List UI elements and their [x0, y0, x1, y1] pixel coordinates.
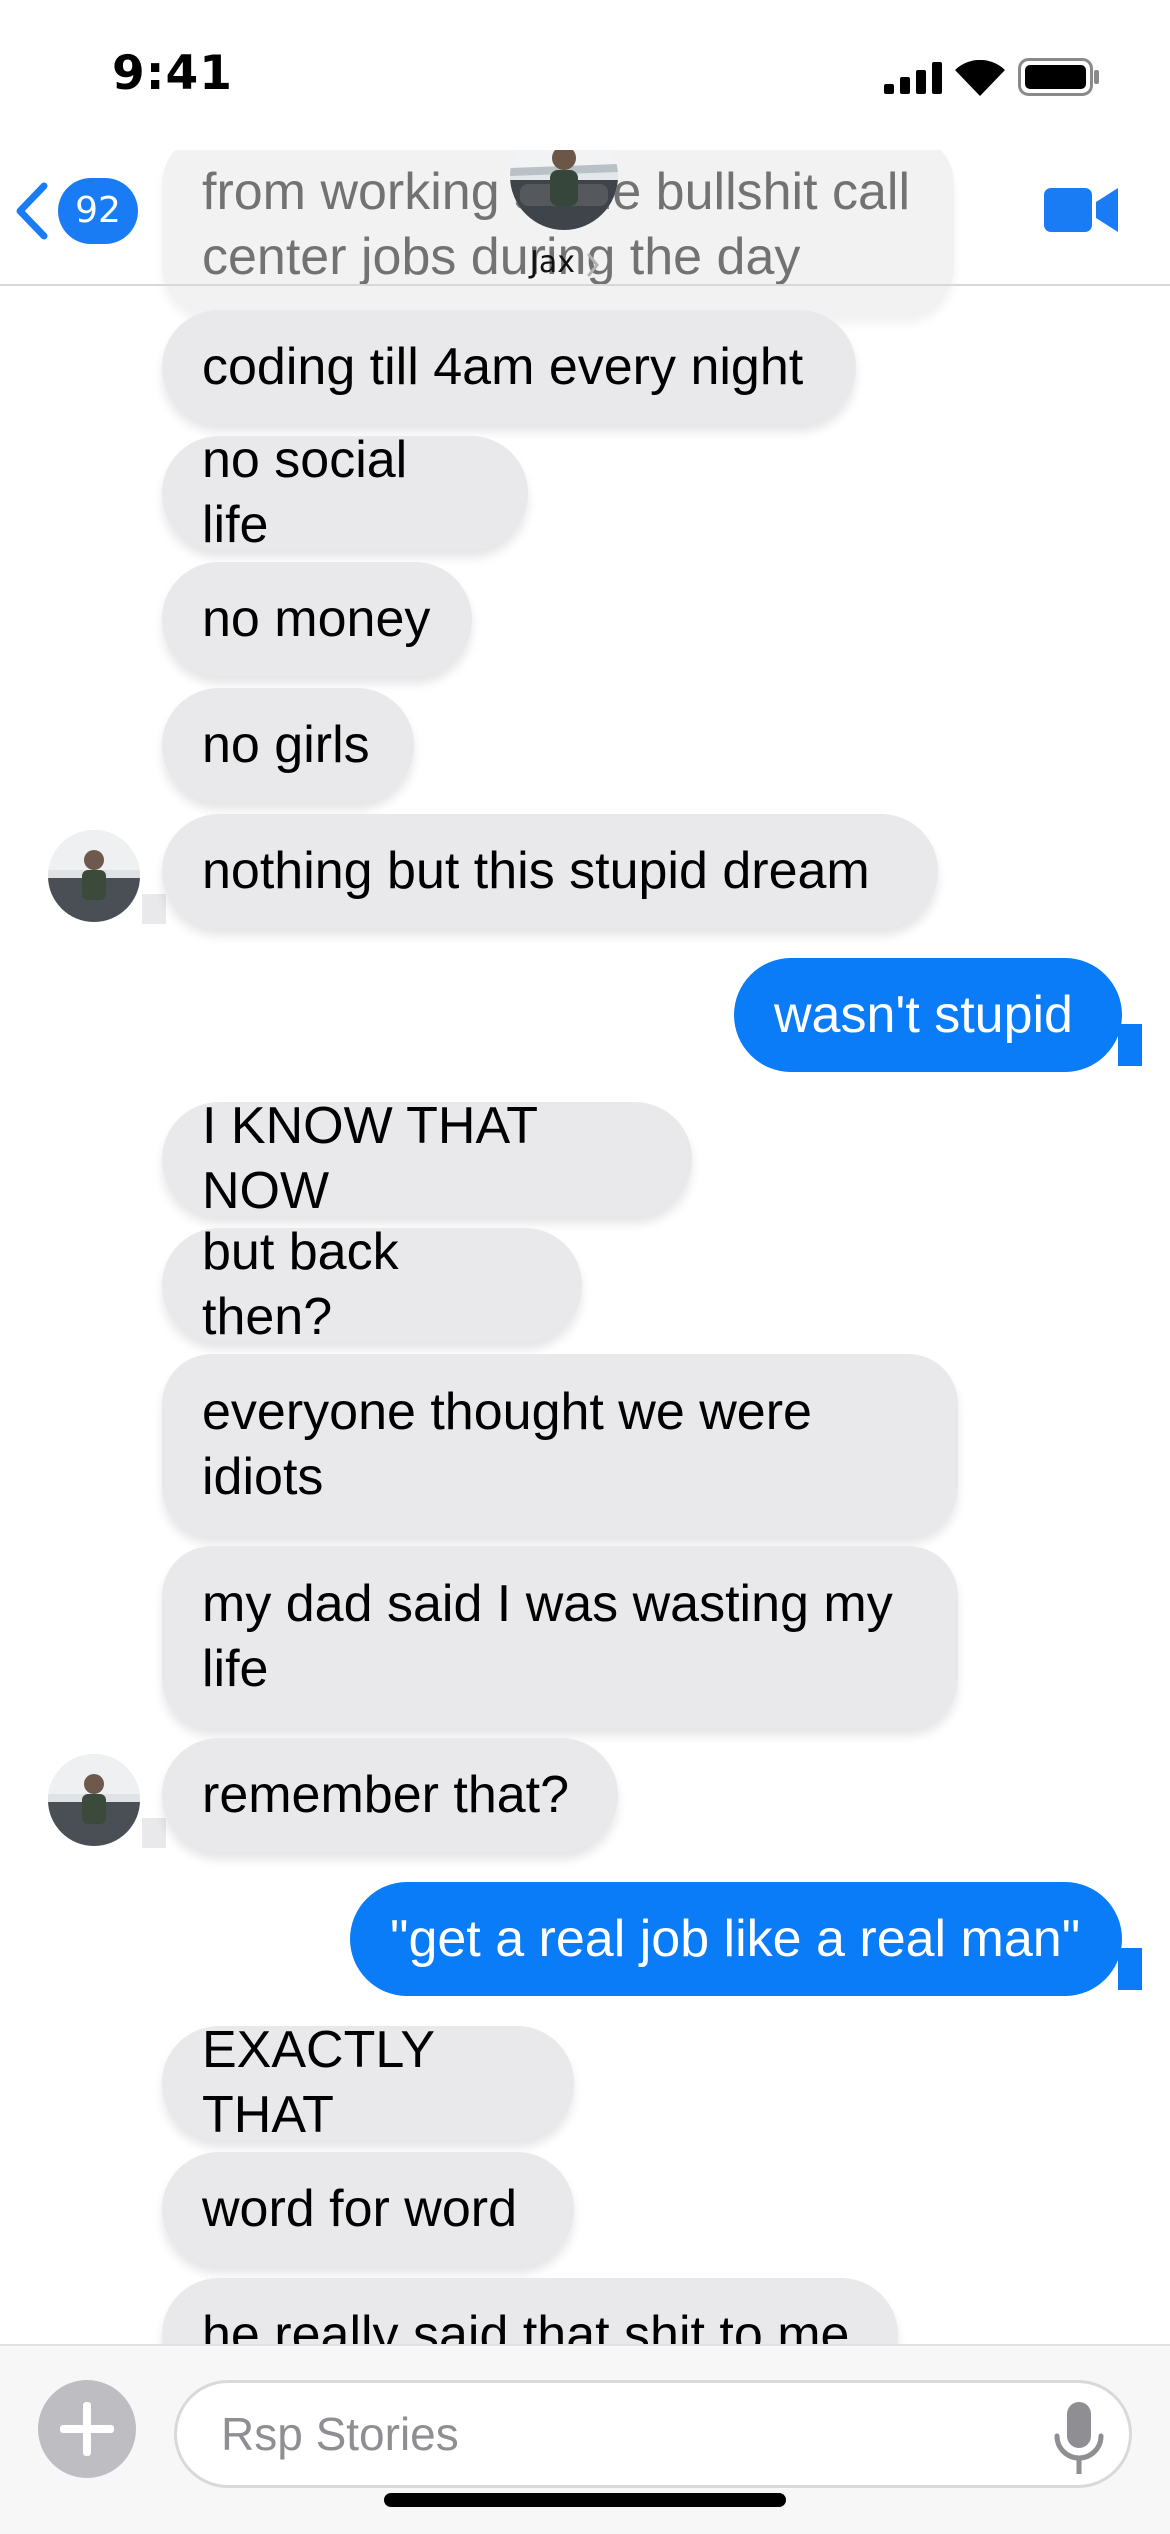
message-outgoing[interactable]: "get a real job like a real man" — [350, 1882, 1122, 1996]
message-incoming[interactable]: everyone thought we were idiots — [162, 1354, 958, 1536]
message-incoming[interactable]: coding till 4am every night — [162, 310, 856, 424]
message-incoming[interactable]: no girls — [162, 688, 414, 802]
bubble-tail — [142, 1818, 166, 1848]
contact-avatar-small[interactable] — [48, 1754, 140, 1846]
message-input[interactable]: Rsp Stories — [174, 2380, 1132, 2488]
message-incoming[interactable]: but back then? — [162, 1223, 582, 1346]
message-incoming[interactable]: word for word — [162, 2152, 574, 2266]
microphone-icon[interactable] — [1052, 2400, 1106, 2476]
battery-icon — [1018, 58, 1099, 96]
chevron-right-icon[interactable] — [586, 252, 600, 278]
bubble-tail — [1118, 1024, 1142, 1066]
video-camera-icon[interactable] — [1044, 184, 1120, 236]
message-incoming[interactable]: remember that? — [162, 1738, 618, 1852]
back-chevron-icon[interactable] — [10, 180, 54, 242]
message-incoming[interactable]: EXACTLY THAT — [162, 2021, 574, 2144]
status-time: 9:41 — [112, 46, 233, 101]
signal-icon — [884, 62, 942, 94]
header-divider — [0, 284, 1170, 286]
message-outgoing[interactable]: wasn't stupid — [734, 958, 1122, 1072]
message-incoming[interactable]: my dad said I was wasting my life — [162, 1546, 958, 1728]
contact-avatar-small[interactable] — [48, 830, 140, 922]
plus-icon[interactable] — [38, 2380, 136, 2478]
bubble-tail — [1118, 1948, 1142, 1990]
message-incoming[interactable]: no social life — [162, 431, 528, 554]
wifi-icon — [955, 60, 1005, 96]
home-indicator — [384, 2493, 786, 2507]
unread-count-badge[interactable]: 92 — [58, 178, 138, 244]
bubble-tail — [142, 894, 166, 924]
status-bar: 9:41 — [0, 0, 1170, 150]
message-incoming[interactable]: no money — [162, 562, 472, 676]
contact-name[interactable]: Jax — [530, 245, 575, 280]
message-incoming[interactable]: nothing but this stupid dream — [162, 814, 938, 928]
message-incoming[interactable]: I KNOW THAT NOW — [162, 1097, 692, 1220]
